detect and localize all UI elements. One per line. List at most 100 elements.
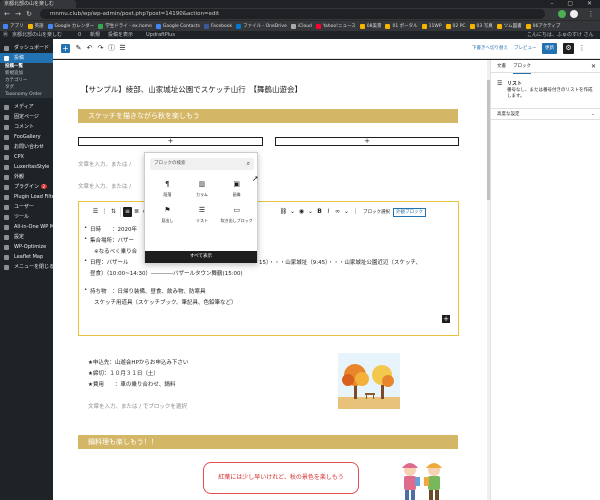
sidebar-subitem[interactable]: 投稿一覧: [0, 63, 53, 70]
section-heading[interactable]: 鍋料理も楽しもう！！: [78, 435, 458, 449]
bookmark-item[interactable]: 01 ポータル: [385, 23, 418, 29]
bookmark-item[interactable]: ファイル - OneDrive: [236, 23, 287, 29]
sidebar-item[interactable]: 固定ページ: [0, 112, 53, 122]
bookmark-item[interactable]: Google カレンダー: [47, 23, 94, 29]
sidebar-subitem[interactable]: 新規追加: [0, 70, 53, 77]
tab-block[interactable]: ブロック: [513, 60, 531, 74]
chevron-down-icon[interactable]: ⌄: [288, 207, 297, 217]
chevron-down-icon[interactable]: ⌄: [306, 207, 315, 217]
sidebar-item[interactable]: ダッシュボード: [0, 43, 53, 53]
text-color-icon[interactable]: ◉: [297, 207, 306, 217]
bookmark-item[interactable]: Google Contacts: [155, 23, 200, 29]
bookmark-item[interactable]: Yahoo!ニュース: [315, 23, 356, 29]
section-heading[interactable]: スケッチを描きながら秋を楽しもう: [78, 109, 458, 123]
block-option[interactable]: ☰ リスト: [185, 206, 220, 224]
block-inserter-toggle[interactable]: +: [61, 44, 70, 53]
move-arrows-icon[interactable]: ⇅: [109, 207, 118, 217]
bookmark-item[interactable]: 学生ドライ - ex.home: [98, 23, 152, 29]
italic-icon[interactable]: I: [324, 207, 333, 217]
paragraph-placeholder[interactable]: 文章を入力、または / でブロックを選択: [88, 402, 187, 410]
sidebar-item[interactable]: FooGallery: [0, 132, 53, 142]
list-item[interactable]: 持ち物 ：日帰り装備、昼食、飲み物、防寒具: [84, 287, 205, 295]
browser-menu-icon[interactable]: ⋮: [586, 9, 596, 19]
sidebar-item[interactable]: CPX: [0, 152, 53, 162]
bookmark-item[interactable]: 06アクティブ: [525, 23, 560, 29]
list-item-note[interactable]: ※なるべく乗り合: [94, 247, 137, 255]
block-option[interactable]: ▭ 吹き出しブロック: [219, 206, 254, 224]
block-option[interactable]: ¶ 段落: [150, 180, 185, 198]
sidebar-item[interactable]: WP-Optimize: [0, 242, 53, 252]
sidebar-item[interactable]: LuxeritasStyle: [0, 162, 53, 172]
browser-tab[interactable]: 京都北部の山を楽しむ: [0, 0, 76, 8]
sidebar-item[interactable]: 外観: [0, 172, 53, 182]
info-line[interactable]: ★申込先：山遊会HPからお申込み下さい: [88, 358, 188, 366]
sidebar-item[interactable]: お問い合わせ: [0, 142, 53, 152]
bookmark-item[interactable]: 英語: [27, 23, 44, 29]
admin-bar-comments[interactable]: 0: [78, 31, 81, 39]
bookmark-item[interactable]: ツム図書: [496, 23, 522, 29]
bookmark-item[interactable]: 11WP: [421, 23, 442, 29]
pencil-icon[interactable]: ✎: [74, 44, 83, 53]
switch-to-draft-button[interactable]: 下書きへ切り替え: [472, 44, 508, 53]
list-item[interactable]: 集合場所：バザー: [84, 236, 134, 244]
admin-bar-new[interactable]: 新規: [90, 31, 100, 39]
sidebar-subitem[interactable]: カテゴリー: [0, 77, 53, 84]
block-option[interactable]: ▣ 画像: [219, 180, 254, 198]
sidebar-item[interactable]: Plugin Load Filter: [0, 192, 53, 202]
bookmark-item[interactable]: Facebook: [204, 23, 232, 29]
paragraph-placeholder[interactable]: 文章を入力、または /: [78, 182, 131, 190]
tab-document[interactable]: 文書: [497, 60, 506, 73]
more-options-icon[interactable]: ⋮: [351, 207, 360, 217]
ordered-list-icon[interactable]: ≣: [132, 207, 141, 217]
sidebar-item[interactable]: 設定: [0, 232, 53, 242]
link-icon[interactable]: ∞: [333, 207, 342, 217]
sidebar-item[interactable]: Leaflet Map: [0, 252, 53, 262]
bookmark-item[interactable]: 02 PC: [445, 23, 466, 29]
bold-icon[interactable]: B: [315, 207, 324, 217]
list-item[interactable]: 日程：バザール: [84, 258, 128, 266]
sidebar-item[interactable]: コメント: [0, 122, 53, 132]
block-option[interactable]: ⚑ 見出し: [150, 206, 185, 224]
info-line[interactable]: ★費用 ：車の乗り合わせ、鍋料: [88, 380, 175, 388]
drag-handle-icon[interactable]: ⋮: [100, 207, 109, 217]
browse-all-button[interactable]: すべて表示: [145, 251, 257, 263]
profile-avatar[interactable]: [570, 10, 578, 18]
info-line[interactable]: ★締切：１０月３１日（土）: [88, 369, 159, 377]
column-add-block-button[interactable]: +: [275, 137, 459, 146]
list-item-continuation[interactable]: スケッチ用道具（スケッチブック、筆記具、色鉛筆など）: [94, 298, 237, 306]
bookmark-item[interactable]: 03 写真: [469, 23, 493, 29]
list-item-continuation[interactable]: 昼食）（10:00~14:30）――――バザールタウン舞鶴(15:00): [90, 269, 243, 277]
settings-gear-icon[interactable]: ⚙: [563, 43, 574, 54]
admin-bar-site[interactable]: 京都北部の山を楽しむ: [12, 31, 62, 39]
unordered-list-icon[interactable]: ≡: [123, 207, 132, 217]
sidebar-item[interactable]: All-in-One WP Migration: [0, 222, 53, 232]
sidebar-item[interactable]: 投稿: [0, 53, 53, 63]
bookmark-item[interactable]: 08美景: [359, 23, 381, 29]
preview-button[interactable]: プレビュー: [514, 44, 537, 53]
list-view-icon[interactable]: ☰: [118, 44, 127, 53]
forward-icon[interactable]: →: [13, 9, 23, 19]
block-tool-label[interactable]: ブロック選択: [363, 209, 390, 215]
link-icon[interactable]: ⛓: [279, 207, 288, 217]
info-icon[interactable]: ⓘ: [107, 44, 116, 53]
window-controls[interactable]: – ▢ ✕: [550, 0, 598, 8]
extension-icon[interactable]: [558, 10, 566, 18]
chevron-down-icon[interactable]: ⌄: [342, 207, 351, 217]
admin-bar-view-post[interactable]: 投稿を表示: [108, 31, 133, 39]
speech-bubble[interactable]: 紅葉には少し早いけれど、秋の景色を楽しもう: [203, 462, 359, 494]
list-item-continuation[interactable]: 15）・・・山家城址（9:45）・・・山家城址公園近辺（スケッチ、: [259, 258, 421, 266]
bookmark-item[interactable]: iCloud: [290, 23, 312, 29]
close-icon[interactable]: ✕: [591, 60, 596, 73]
add-block-icon[interactable]: +: [442, 315, 450, 323]
undo-icon[interactable]: ↶: [85, 44, 94, 53]
update-button[interactable]: 更新: [542, 43, 557, 54]
list-item[interactable]: 日時 ：2020年: [84, 225, 137, 233]
address-bar[interactable]: mnmu.club/wp/wp-admin/post.php?post=1419…: [40, 9, 545, 19]
sidebar-item[interactable]: メディア: [0, 102, 53, 112]
block-search-input[interactable]: ブロックの検索 ⌕: [150, 158, 254, 170]
sidebar-subitem[interactable]: Taxonomy Order: [0, 91, 53, 98]
paragraph-placeholder[interactable]: 文章を入力、または /: [78, 160, 131, 168]
sidebar-item[interactable]: メニューを閉じる: [0, 262, 53, 272]
more-options-icon[interactable]: ⋮: [577, 43, 587, 54]
bookmark-item[interactable]: アプリ: [3, 23, 24, 29]
